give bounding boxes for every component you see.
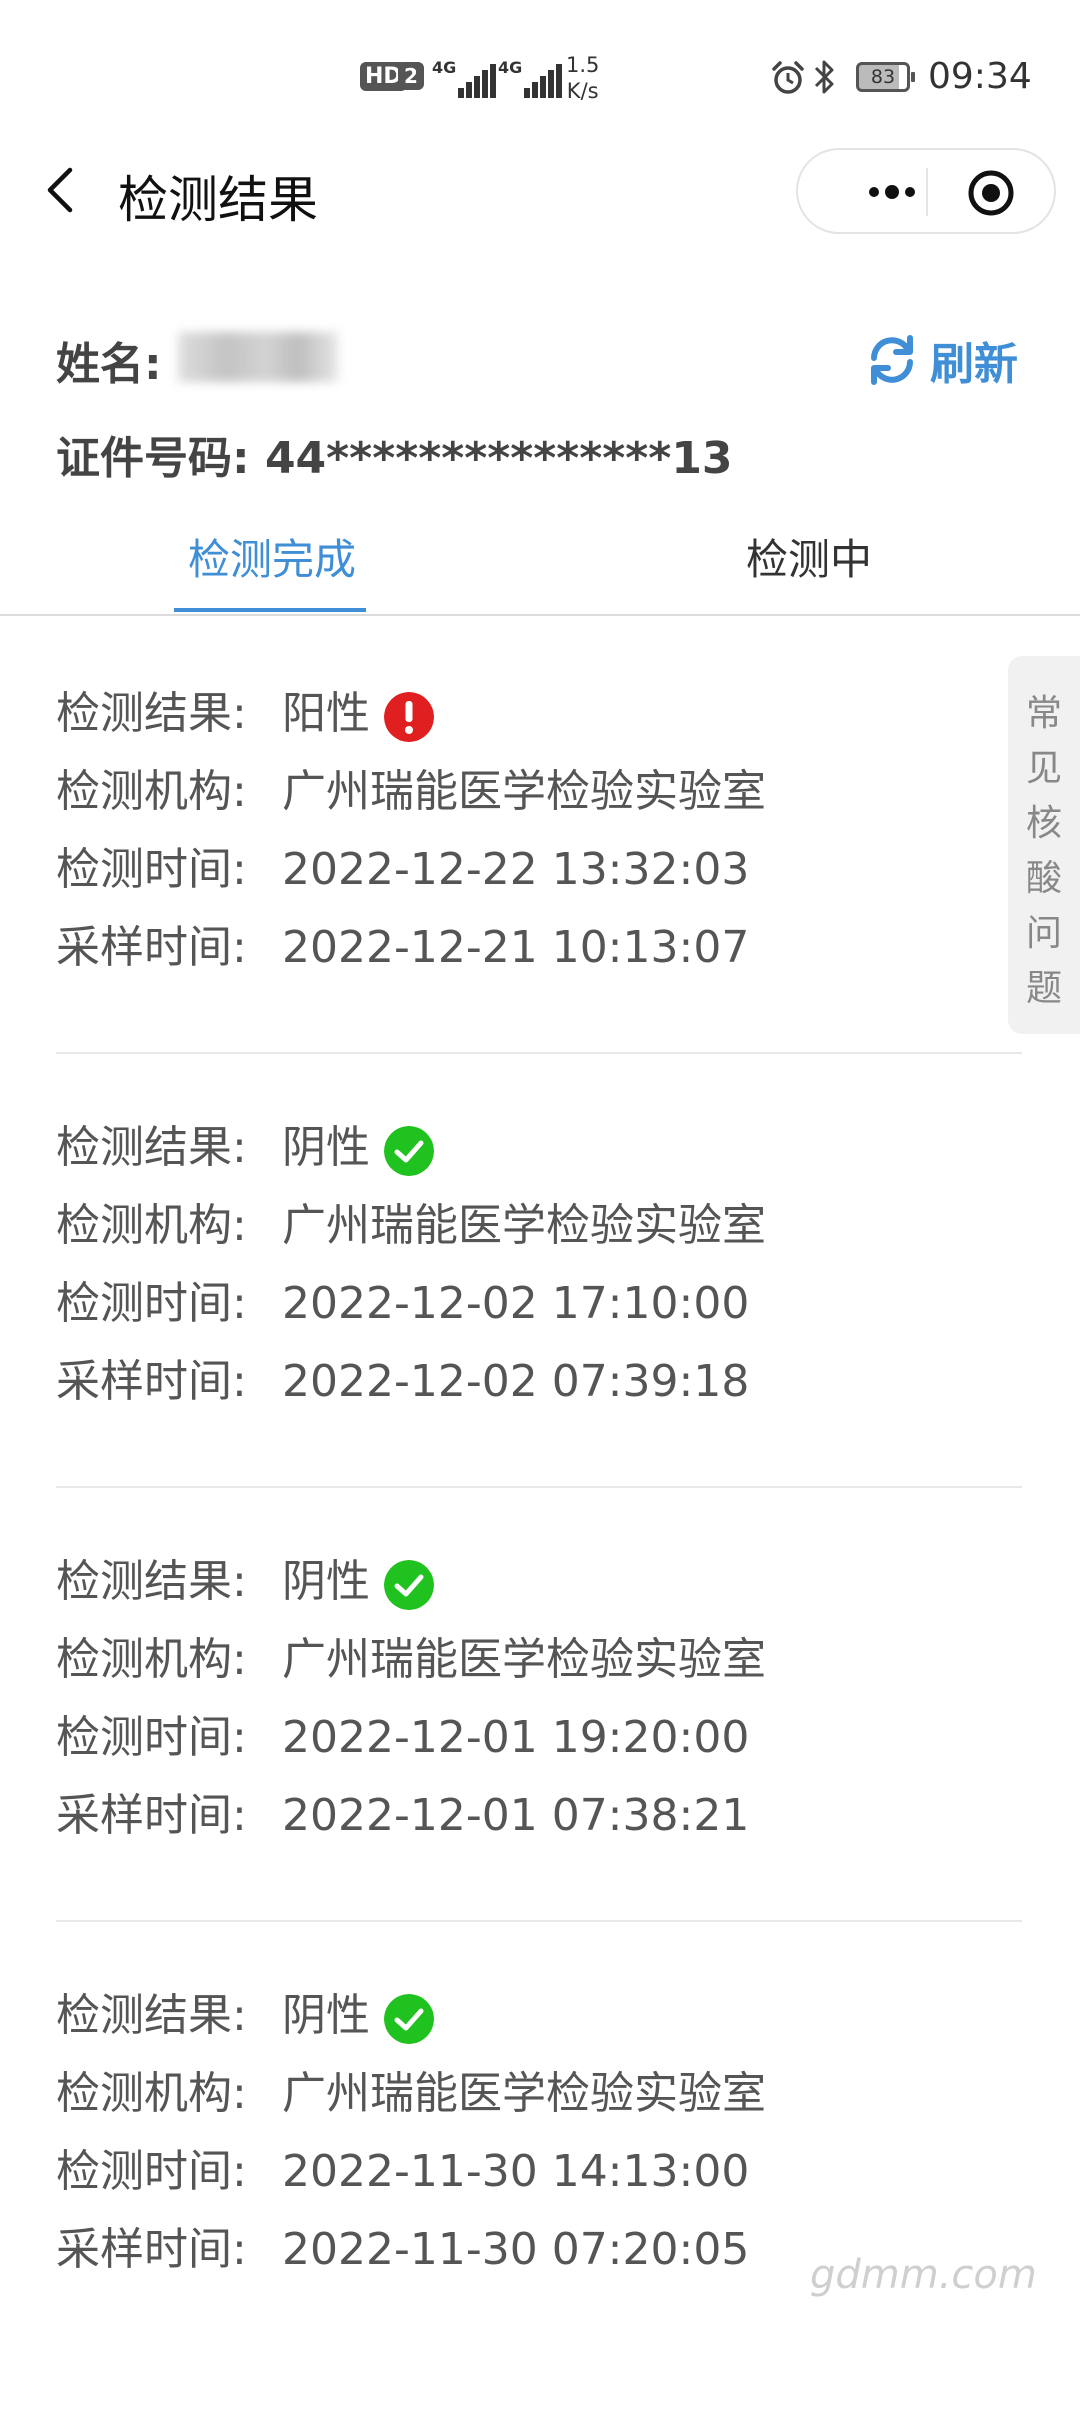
id-number-row: 证件号码: 44***************13: [56, 422, 733, 486]
test-time-row: 检测时间: 2022-12-01 19:20:00: [56, 1708, 749, 1768]
alarm-icon: [772, 61, 804, 94]
test-time-row: 检测时间: 2022-12-22 13:32:03: [56, 840, 749, 900]
network-type-label: 4G: [498, 58, 523, 77]
test-time-value: 2022-11-30 14:13:00: [282, 2146, 750, 2197]
back-arrow-icon[interactable]: [42, 162, 78, 218]
sample-time-value: 2022-11-30 07:20:05: [282, 2224, 750, 2275]
result-value: 阴性: [282, 1556, 370, 1607]
institution-row: 检测机构: 广州瑞能医学检验实验室: [56, 762, 766, 822]
network-speed-unit: K/s: [566, 79, 599, 103]
institution-label: 检测机构:: [56, 2068, 247, 2119]
sample-time-value: 2022-12-21 10:13:07: [282, 922, 750, 973]
refresh-label: 刷新: [930, 339, 1018, 390]
clock: 09:34: [928, 56, 1032, 97]
battery-icon: 83: [856, 62, 915, 92]
name-value-redacted: [178, 332, 338, 382]
id-value: 44***************13: [264, 433, 733, 484]
institution-label: 检测机构:: [56, 1200, 247, 1251]
sample-time-row: 采样时间: 2022-12-01 07:38:21: [56, 1786, 749, 1846]
institution-label: 检测机构:: [56, 766, 247, 817]
signal-icon: 4G: [432, 58, 496, 98]
tabs-divider: [0, 614, 1080, 616]
refresh-icon: [871, 335, 913, 385]
institution-row: 检测机构: 广州瑞能医学检验实验室: [56, 2064, 766, 2124]
result-row: 检测结果: 阳性: [56, 684, 434, 744]
sample-time-label: 采样时间:: [56, 1356, 247, 1407]
network-speed-value: 1.5: [566, 53, 600, 77]
institution-label: 检测机构:: [56, 1634, 247, 1685]
id-label: 证件号码:: [56, 433, 250, 484]
close-mini-program-icon[interactable]: [966, 168, 1016, 218]
test-time-value: 2022-12-02 17:10:00: [282, 1278, 750, 1329]
negative-check-icon: [384, 1994, 434, 2044]
record-divider: [56, 1486, 1022, 1488]
sample-time-label: 采样时间:: [56, 2224, 247, 2275]
test-time-label: 检测时间:: [56, 1278, 247, 1329]
tab-completed[interactable]: 检测完成: [188, 526, 356, 587]
name-label: 姓名:: [56, 339, 162, 390]
sample-time-row: 采样时间: 2022-11-30 07:20:05: [56, 2220, 749, 2280]
test-time-label: 检测时间:: [56, 1712, 247, 1763]
test-time-value: 2022-12-01 19:20:00: [282, 1712, 750, 1763]
active-tab-indicator: [174, 608, 366, 612]
sample-time-value: 2022-12-02 07:39:18: [282, 1356, 750, 1407]
result-value: 阴性: [282, 1990, 370, 2041]
test-time-row: 检测时间: 2022-11-30 14:13:00: [56, 2142, 749, 2202]
institution-value: 广州瑞能医学检验实验室: [282, 1634, 766, 1685]
bluetooth-icon: [812, 58, 836, 105]
result-label: 检测结果:: [56, 688, 247, 739]
result-label: 检测结果:: [56, 1556, 247, 1607]
test-time-row: 检测时间: 2022-12-02 17:10:00: [56, 1274, 749, 1334]
institution-row: 检测机构: 广州瑞能医学检验实验室: [56, 1196, 766, 1256]
result-row: 检测结果: 阴性: [56, 1118, 434, 1178]
result-value: 阳性: [282, 688, 370, 739]
watermark: gdmm.com: [810, 2252, 1037, 2298]
sample-time-label: 采样时间:: [56, 1790, 247, 1841]
signal-icon: 4G: [498, 58, 562, 98]
record-divider: [56, 1052, 1022, 1054]
result-value: 阴性: [282, 1122, 370, 1173]
capsule-divider: [926, 168, 928, 216]
sample-time-row: 采样时间: 2022-12-02 07:39:18: [56, 1352, 749, 1412]
more-options-icon[interactable]: [838, 170, 938, 214]
result-record: 检测结果: 阴性 检测机构: 广州瑞能医学检验实验室 检测时间: 2022-11-30 1…: [56, 1986, 1022, 2420]
institution-value: 广州瑞能医学检验实验室: [282, 1200, 766, 1251]
result-row: 检测结果: 阴性: [56, 1986, 434, 2046]
record-divider: [56, 1920, 1022, 1922]
page-title: 检测结果: [118, 171, 318, 229]
sample-time-label: 采样时间:: [56, 922, 247, 973]
test-time-value: 2022-12-22 13:32:03: [282, 844, 750, 895]
result-row: 检测结果: 阴性: [56, 1552, 434, 1612]
faq-side-tab-label: 常见核酸问题: [1025, 693, 1062, 1009]
sample-time-row: 采样时间: 2022-12-21 10:13:07: [56, 918, 749, 978]
sample-time-value: 2022-12-01 07:38:21: [282, 1790, 750, 1841]
network-speed: 1.5 K/s: [566, 52, 599, 104]
refresh-button[interactable]: 刷新: [864, 330, 1018, 390]
tab-in-progress[interactable]: 检测中: [746, 526, 872, 587]
test-time-label: 检测时间:: [56, 2146, 247, 2197]
sim-badge: 2: [398, 62, 424, 90]
test-time-label: 检测时间:: [56, 844, 247, 895]
mini-program-capsule: [796, 148, 1056, 234]
institution-value: 广州瑞能医学检验实验室: [282, 2068, 766, 2119]
negative-check-icon: [384, 1560, 434, 1610]
result-label: 检测结果:: [56, 1122, 247, 1173]
result-label: 检测结果:: [56, 1990, 247, 2041]
negative-check-icon: [384, 1126, 434, 1176]
status-bar: HD 2 4G 4G 1.5 K/s 83 09:34: [0, 0, 1080, 150]
positive-alert-icon: [384, 692, 434, 742]
network-type-label: 4G: [432, 58, 457, 77]
institution-row: 检测机构: 广州瑞能医学检验实验室: [56, 1630, 766, 1690]
institution-value: 广州瑞能医学检验实验室: [282, 766, 766, 817]
